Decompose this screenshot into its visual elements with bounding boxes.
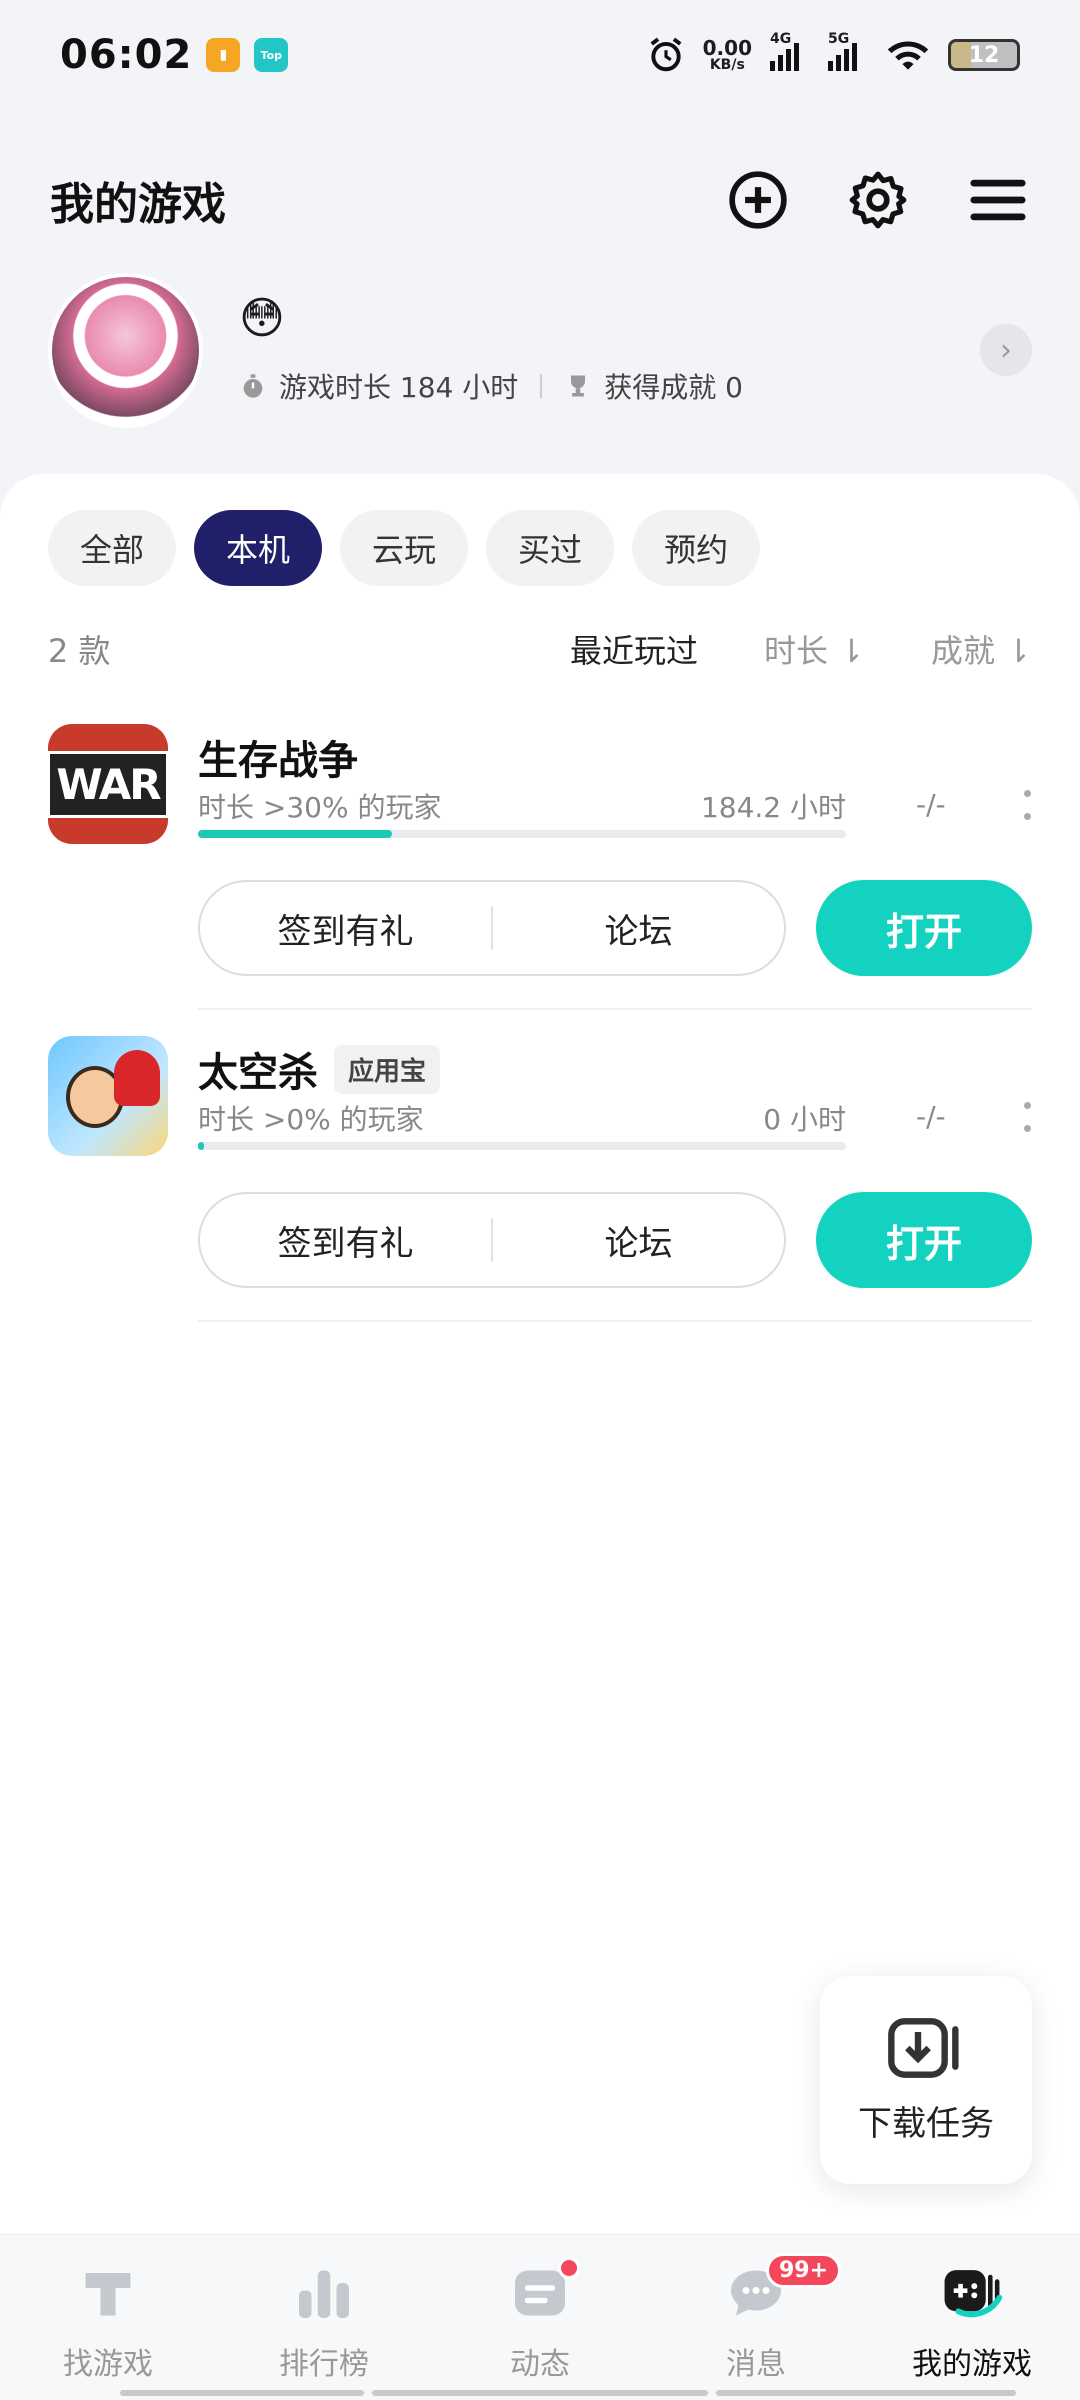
download-icon bbox=[888, 2017, 959, 2078]
more-options-icon[interactable] bbox=[1024, 1102, 1032, 1132]
nav-label: 排行榜 bbox=[279, 2347, 369, 2382]
profile-card[interactable]: 😳 游戏时长 184 小时 获得成就 0 › bbox=[48, 270, 1032, 430]
sort-duration[interactable]: 时长 ⇂ bbox=[764, 626, 865, 672]
gesture-bar bbox=[120, 2390, 364, 2396]
chevron-right-icon[interactable]: › bbox=[980, 324, 1032, 376]
play-hours: 0 小时 bbox=[763, 1103, 846, 1136]
gesture-bar bbox=[372, 2390, 708, 2396]
open-button[interactable]: 打开 bbox=[816, 880, 1032, 976]
download-tasks-button[interactable]: 下载任务 bbox=[820, 1976, 1032, 2184]
nav-messages[interactable]: 99+ 消息 bbox=[648, 2235, 864, 2400]
more-options-icon[interactable] bbox=[1024, 790, 1032, 820]
avatar[interactable] bbox=[48, 272, 203, 428]
page-title: 我的游戏 bbox=[50, 179, 226, 230]
tab-reserved[interactable]: 预约 bbox=[632, 510, 761, 586]
game-name[interactable]: 生存战争 bbox=[198, 728, 358, 786]
network-speed: 0.00 KB/s bbox=[703, 38, 752, 72]
progress-fill bbox=[198, 1142, 205, 1150]
game-count: 2 款 bbox=[48, 632, 111, 670]
forum-button[interactable]: 论坛 bbox=[493, 904, 784, 953]
nav-label: 找游戏 bbox=[63, 2347, 153, 2382]
download-tasks-label: 下载任务 bbox=[858, 2103, 994, 2144]
add-circle-icon[interactable] bbox=[726, 168, 790, 232]
tab-local[interactable]: 本机 bbox=[194, 510, 323, 586]
source-tag: 应用宝 bbox=[334, 1044, 441, 1094]
signin-reward-button[interactable]: 签到有礼 bbox=[200, 1216, 491, 1265]
progress-bar bbox=[198, 830, 846, 838]
tab-all[interactable]: 全部 bbox=[48, 510, 177, 586]
game-icon-text: WAR bbox=[48, 750, 168, 818]
progress-bar bbox=[198, 1142, 846, 1150]
status-bar: 06:02 ▮ Top 0.00 KB/s 4G 5G 12 bbox=[0, 0, 1080, 110]
speed-unit: KB/s bbox=[709, 57, 745, 73]
forum-button[interactable]: 论坛 bbox=[493, 1216, 784, 1265]
gesture-bar bbox=[716, 2390, 1016, 2396]
games-panel: 全部 本机 云玩 买过 预约 2 款 最近玩过 时长 ⇂ 成就 ⇂ WAR 生存… bbox=[0, 474, 1080, 2234]
menu-icon[interactable] bbox=[966, 168, 1030, 232]
speed-value: 0.00 bbox=[702, 36, 752, 60]
profile-emoji: 😳 bbox=[239, 293, 285, 344]
nav-find-games[interactable]: 找游戏 bbox=[0, 2235, 216, 2400]
sort-bar: 2 款 最近玩过 时长 ⇂ 成就 ⇂ bbox=[48, 624, 1032, 674]
message-badge: 99+ bbox=[766, 2253, 842, 2288]
game-icon[interactable] bbox=[48, 1036, 168, 1156]
sig1-label: 4G bbox=[770, 31, 792, 47]
game-row: 太空杀 应用宝 时长 >0% 的玩家 0 小时 -/- 签到有礼 论坛 打开 bbox=[48, 1036, 1032, 1336]
nav-label: 消息 bbox=[726, 2347, 786, 2382]
rankings-icon bbox=[292, 2261, 356, 2325]
alarm-icon bbox=[650, 37, 682, 72]
wifi-icon bbox=[887, 41, 929, 70]
stopwatch-icon bbox=[243, 374, 263, 398]
nav-label: 动态 bbox=[510, 2347, 570, 2382]
signal-4g-icon: 4G bbox=[770, 31, 810, 71]
gamepad-icon bbox=[940, 2261, 1004, 2325]
row-divider bbox=[198, 1320, 1032, 1322]
find-games-icon bbox=[76, 2261, 140, 2325]
sort-achievement[interactable]: 成就 ⇂ bbox=[931, 626, 1032, 672]
game-subtitle: 时长 >0% 的玩家 0 小时 bbox=[198, 1098, 846, 1138]
signal-5g-icon: 5G bbox=[828, 31, 868, 71]
nav-rankings[interactable]: 排行榜 bbox=[216, 2235, 432, 2400]
action-group: 签到有礼 论坛 bbox=[198, 1192, 786, 1288]
game-subtitle: 时长 >30% 的玩家 184.2 小时 bbox=[198, 786, 846, 826]
nav-label: 我的游戏 bbox=[912, 2347, 1032, 2382]
action-group: 签到有礼 论坛 bbox=[198, 880, 786, 976]
achievements-count: 获得成就 0 bbox=[604, 371, 743, 404]
tab-purchased[interactable]: 买过 bbox=[486, 510, 615, 586]
signin-reward-button[interactable]: 签到有礼 bbox=[200, 904, 491, 953]
notification-app-icon: ▮ bbox=[206, 38, 241, 72]
play-hours: 184.2 小时 bbox=[700, 791, 846, 824]
nav-my-games[interactable]: 我的游戏 bbox=[864, 2235, 1080, 2400]
game-name-wrap: 太空杀 应用宝 bbox=[198, 1040, 441, 1098]
battery-indicator: 12 bbox=[948, 39, 1020, 71]
game-row: WAR 生存战争 时长 >30% 的玩家 184.2 小时 -/- 签到有礼 论… bbox=[48, 724, 1032, 1024]
game-icon[interactable]: WAR bbox=[48, 724, 168, 844]
gear-icon[interactable] bbox=[846, 168, 910, 232]
player-rank: 时长 >30% 的玩家 bbox=[198, 791, 442, 824]
status-time: 06:02 bbox=[60, 32, 193, 78]
play-time: 游戏时长 184 小时 bbox=[279, 371, 519, 404]
row-divider bbox=[198, 1008, 1032, 1010]
achievement-value: -/- bbox=[916, 1100, 946, 1133]
filter-tabs: 全部 本机 云玩 买过 预约 bbox=[48, 510, 761, 586]
sort-recent[interactable]: 最近玩过 bbox=[570, 626, 698, 672]
bottom-nav: 找游戏 排行榜 动态 99+ 消息 我的游戏 bbox=[0, 2234, 1080, 2400]
progress-fill bbox=[198, 830, 393, 838]
player-rank: 时长 >0% 的玩家 bbox=[198, 1103, 424, 1136]
feed-notification-dot bbox=[558, 2257, 580, 2279]
achievement-value: -/- bbox=[916, 788, 946, 821]
tab-cloud[interactable]: 云玩 bbox=[340, 510, 469, 586]
header: 我的游戏 bbox=[50, 160, 1030, 240]
sig2-label: 5G bbox=[828, 31, 850, 47]
nav-feed[interactable]: 动态 bbox=[432, 2235, 648, 2400]
stats-divider bbox=[540, 374, 543, 398]
top-app-icon: Top bbox=[254, 38, 289, 72]
game-name[interactable]: 太空杀 bbox=[198, 1040, 318, 1098]
trophy-icon bbox=[571, 375, 586, 397]
open-button[interactable]: 打开 bbox=[816, 1192, 1032, 1288]
